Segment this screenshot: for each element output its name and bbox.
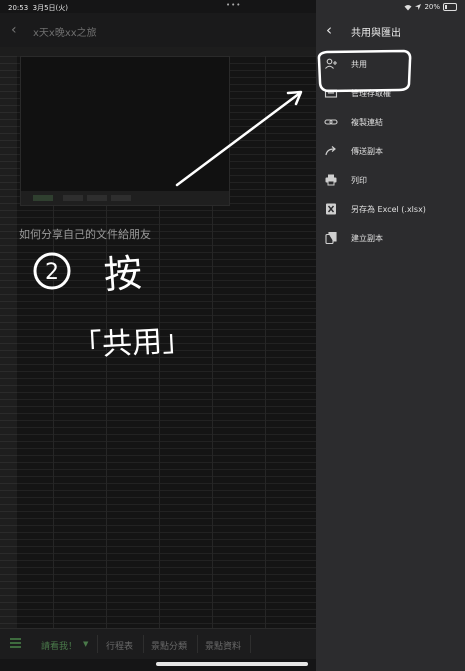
status-right: 20% xyxy=(404,3,457,11)
menu-item-label: 管理存取權 xyxy=(351,89,391,98)
sheet-tab-4[interactable]: 景點資料 xyxy=(205,639,241,652)
sheet-tab-2[interactable]: 行程表 xyxy=(106,639,133,652)
location-icon xyxy=(415,4,422,10)
tab-dropdown-icon[interactable]: ▼ xyxy=(83,640,88,648)
multitask-dots[interactable]: ••• xyxy=(226,1,241,9)
menu-item-label: 列印 xyxy=(351,176,367,185)
panel-title: 共用與匯出 xyxy=(351,28,401,39)
embedded-screenshot xyxy=(20,56,230,206)
print-icon xyxy=(325,174,337,186)
person-add-icon xyxy=(325,58,337,69)
sheet-tab-3[interactable]: 景點分類 xyxy=(151,639,187,652)
sheet-caption: 如何分享自己的文件給朋友 xyxy=(19,228,151,241)
app-toolbar: ‹ x天x晚xx之旅 xyxy=(0,13,316,47)
status-bar: 20:53 3月5日(火) ••• 20% xyxy=(0,0,465,13)
wifi-icon xyxy=(404,4,412,10)
status-time-date: 20:53 3月5日(火) xyxy=(8,3,68,13)
battery-icon xyxy=(443,3,457,11)
status-time: 20:53 xyxy=(8,4,29,12)
forward-icon xyxy=(325,146,336,156)
sheet-tab-1[interactable]: 請看我！ xyxy=(41,639,77,652)
panel-back-icon[interactable]: ‹ xyxy=(326,21,332,39)
column-header xyxy=(0,47,316,56)
embedded-tab-strip xyxy=(21,191,229,205)
menu-item-manage-access[interactable]: 管理存取權 xyxy=(316,79,465,108)
share-export-panel: ‹ 共用與匯出 共用 管理存取權 複製連結 傳送副本 列印 另存為 Excel … xyxy=(316,0,465,671)
tab-divider xyxy=(143,635,144,653)
menu-item-label: 傳送副本 xyxy=(351,147,383,156)
menu-item-label: 建立副本 xyxy=(351,234,383,243)
embedded-tab xyxy=(111,195,131,201)
tab-divider xyxy=(197,635,198,653)
menu-item-make-copy[interactable]: 建立副本 xyxy=(316,224,465,253)
excel-icon xyxy=(326,203,336,215)
row-header xyxy=(0,56,17,628)
menu-item-print[interactable]: 列印 xyxy=(316,166,465,195)
tab-divider xyxy=(97,635,98,653)
document-title: x天x晚xx之旅 xyxy=(33,28,97,39)
home-indicator[interactable] xyxy=(156,662,308,666)
menu-item-save-as-excel[interactable]: 另存為 Excel (.xlsx) xyxy=(316,195,465,224)
tab-divider xyxy=(250,635,251,653)
menu-item-label: 複製連結 xyxy=(351,118,383,127)
status-date: 3月5日(火) xyxy=(32,4,69,12)
copy-icon xyxy=(325,231,337,245)
back-icon[interactable]: ‹ xyxy=(11,22,17,38)
sheet-tab-bar: 請看我！ ▼ 行程表 景點分類 景點資料 xyxy=(0,628,316,659)
battery-percent: 20% xyxy=(424,3,440,11)
embedded-tab xyxy=(87,195,107,201)
menu-item-copy-link[interactable]: 複製連結 xyxy=(316,108,465,137)
embedded-tab xyxy=(63,195,83,201)
menu-item-send-copy[interactable]: 傳送副本 xyxy=(316,137,465,166)
sheets-menu-icon[interactable] xyxy=(10,638,21,650)
menu-item-label: 共用 xyxy=(351,60,367,69)
menu-item-share[interactable]: 共用 xyxy=(316,50,465,79)
manage-access-icon xyxy=(324,89,338,98)
embedded-tab xyxy=(33,195,53,201)
panel-header: ‹ 共用與匯出 xyxy=(316,13,465,47)
spreadsheet-app: ‹ x天x晚xx之旅 如何分享自己的文件給朋友 請看我！ ▼ 行程表 景點分類 … xyxy=(0,0,316,671)
menu-item-label: 另存為 Excel (.xlsx) xyxy=(351,205,426,214)
link-icon xyxy=(324,119,338,125)
